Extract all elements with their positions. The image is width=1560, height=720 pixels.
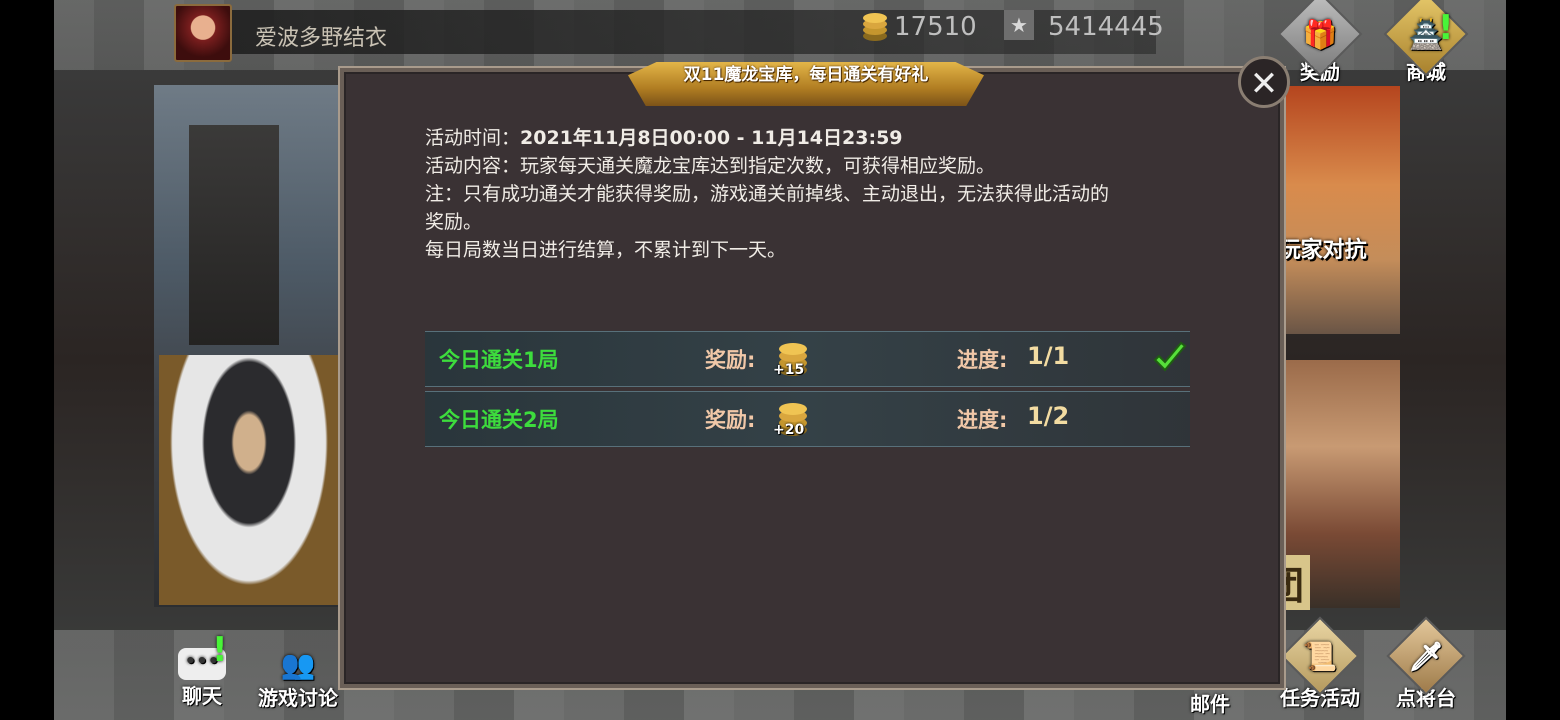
progress-value: 1/2 (1027, 402, 1070, 430)
event-content-line: 活动内容：玩家每天通关魔龙宝库达到指定次数，可获得相应奖励。 (425, 155, 996, 177)
progress-label: 进度: (957, 408, 1008, 432)
check-icon (1153, 341, 1187, 372)
shop-button[interactable]: 🏯 商城 (1383, 0, 1469, 85)
rewards-button[interactable]: 🎁 奖励 (1277, 0, 1363, 85)
shop-notification-icon: ! (1438, 8, 1454, 48)
hero-art-panel[interactable] (154, 85, 344, 607)
points-balance: 5414445 (1048, 12, 1164, 42)
reward-amount: +20 (773, 422, 805, 438)
close-icon[interactable]: ✕ (1238, 56, 1290, 108)
chat-label: 聊天 (182, 684, 222, 708)
event-banner: 双11魔龙宝库，每日通关有好礼 (628, 56, 984, 112)
event-settle-line: 每日局数当日进行结算，不累计到下一天。 (425, 239, 787, 261)
tower-illustration (189, 125, 279, 345)
event-description: 活动时间：2021年11月8日00:00 - 11月14日23:59 活动内容：… (425, 124, 1225, 264)
chat-notification-icon: ! (212, 630, 228, 670)
discussion-button[interactable]: 👥 游戏讨论 (252, 648, 344, 711)
event-note-line-2: 奖励。 (425, 211, 483, 233)
mail-button[interactable]: 邮件 (1180, 688, 1240, 717)
task-row: 今日通关2局 奖励: +20 进度: 1/2 (425, 391, 1190, 447)
progress-label: 进度: (957, 348, 1008, 372)
player-name: 爱波多野结衣 (255, 26, 388, 51)
discussion-label: 游戏讨论 (258, 686, 338, 710)
event-note-line-1: 注：只有成功通关才能获得奖励，游戏通关前掉线、主动退出，无法获得此活动的 (425, 183, 1110, 205)
reward-amount: +15 (773, 362, 805, 378)
event-time-label: 活动时间： (425, 127, 521, 149)
coin-stack-icon (863, 13, 887, 41)
task-name: 今日通关1局 (439, 348, 559, 372)
reward-label: 奖励: (705, 348, 756, 372)
star-icon: ★ (1004, 10, 1034, 40)
hero-figures-illustration (159, 355, 339, 605)
coin-balance: 17510 (894, 12, 977, 42)
event-time-line: 活动时间：2021年11月8日00:00 - 11月14日23:59 (425, 124, 1225, 152)
tasks-button[interactable]: 📜 任务活动 (1272, 616, 1368, 711)
progress-value: 1/1 (1027, 342, 1070, 370)
mail-label: 邮件 (1190, 692, 1230, 716)
generals-button[interactable]: 🗡 点将台 (1386, 616, 1466, 711)
event-time-value: 2021年11月8日00:00 - 11月14日23:59 (520, 127, 903, 149)
banner-title: 双11魔龙宝库，每日通关有好礼 (683, 65, 929, 85)
reward-label: 奖励: (705, 408, 756, 432)
task-row: 今日通关1局 奖励: +15 进度: 1/1 (425, 331, 1190, 387)
player-avatar[interactable] (174, 4, 232, 62)
task-name: 今日通关2局 (439, 408, 559, 432)
users-icon: 👥 (280, 648, 316, 681)
